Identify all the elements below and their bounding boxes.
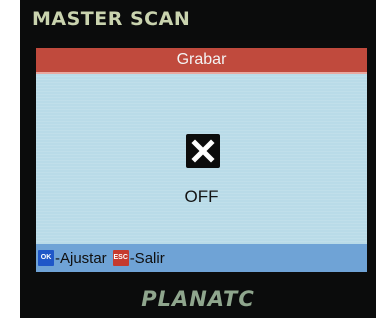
lcd-screen: Grabar OFF OK -Ajustar ESC -Salir <box>36 48 367 272</box>
softkey-bar: OK -Ajustar ESC -Salir <box>36 244 367 272</box>
toggle-state-value: OFF <box>184 187 219 206</box>
x-mark-icon <box>191 139 215 163</box>
device-logo: PLANATC <box>141 287 255 311</box>
device-brand: MASTER SCAN <box>32 8 191 30</box>
screen-title: Grabar <box>36 48 367 74</box>
esc-key-icon[interactable]: ESC <box>112 250 129 266</box>
scanner-device: MASTER SCAN Grabar OFF OK -Ajustar ESC -… <box>20 0 376 318</box>
ok-key-label: -Ajustar <box>55 249 107 267</box>
esc-key-label: -Salir <box>129 249 165 267</box>
checkbox-x-icon[interactable] <box>186 134 220 168</box>
ok-key-icon[interactable]: OK <box>38 250 54 266</box>
